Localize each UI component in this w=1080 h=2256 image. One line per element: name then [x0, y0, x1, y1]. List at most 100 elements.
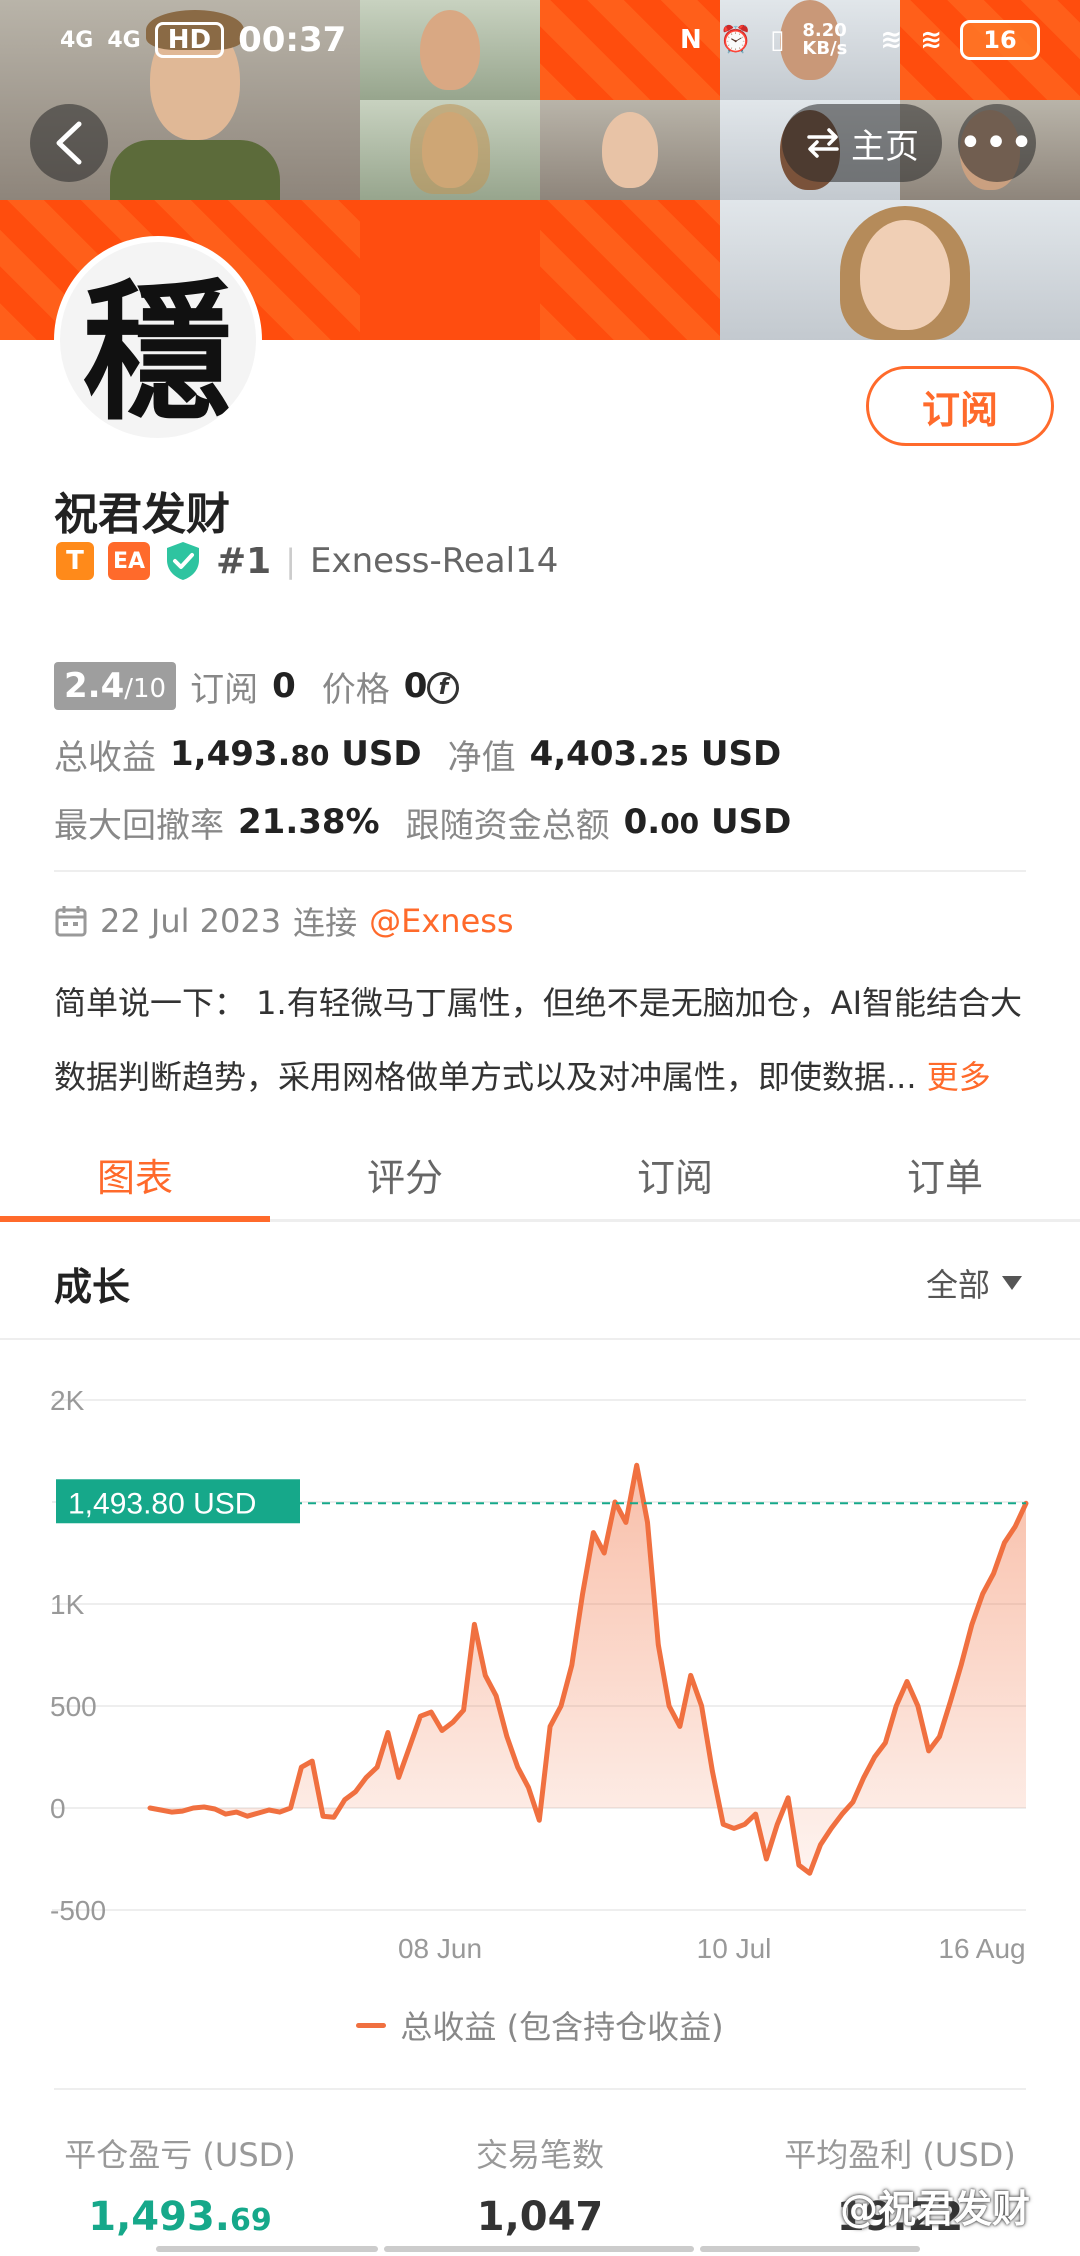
filter-label: 全部	[926, 1266, 991, 1304]
hd-icon: HD	[154, 22, 225, 58]
x-tick-label: 16 Aug	[938, 1933, 1025, 1964]
home-label: 主页	[851, 126, 919, 167]
chart-title: 成长	[54, 1265, 131, 1309]
stat-label: 平均盈利 (USD)	[784, 2136, 1016, 2174]
tag-t-badge: T	[56, 542, 94, 580]
connect-label: 连接	[293, 904, 358, 942]
follow-unit: USD	[711, 802, 792, 842]
equity-dec: 25	[650, 739, 690, 772]
watermark: @祝君发财	[840, 2187, 1031, 2231]
equity-label: 净值	[447, 737, 516, 778]
description: 简单说一下： 1.有轻微马丁属性，但绝不是无脑加仓，AI智能结合大 数据判断趋势…	[54, 966, 1044, 1114]
net-speed: 8.20 KB/s	[802, 20, 848, 59]
stat-value: 1,493.69	[0, 2194, 360, 2240]
tab-rating[interactable]: 评分	[270, 1130, 540, 1219]
description-line: 简单说一下： 1.有轻微马丁属性，但绝不是无脑加仓，AI智能结合大	[54, 984, 1023, 1022]
account-name: Exness-Real14	[310, 541, 559, 581]
equity-unit: USD	[700, 734, 782, 774]
calendar-icon	[55, 906, 87, 937]
description-line: 数据判断趋势，采用网格做单方式以及对冲属性，即使数据...	[54, 1058, 917, 1096]
coin-icon: f	[427, 671, 460, 704]
signal-icon: 4G	[107, 27, 141, 53]
nfc-icon: N	[679, 25, 702, 55]
swap-icon	[807, 128, 839, 158]
total-profit-label: 总收益	[54, 737, 156, 778]
range-filter-dropdown[interactable]: 全部	[926, 1260, 1023, 1306]
price-label: 价格	[321, 669, 390, 710]
price-number: 0	[403, 666, 428, 706]
x-tick-label: 10 Jul	[697, 1933, 772, 1964]
chevron-left-icon	[56, 121, 82, 165]
y-tick-label: 1K	[50, 1589, 85, 1620]
follow-funds-label: 跟随资金总额	[405, 805, 610, 846]
wifi-icon: ≋	[880, 25, 903, 55]
trader-tags: T EA #1 | Exness-Real14	[56, 540, 558, 582]
more-link[interactable]: 更多	[927, 1058, 991, 1096]
verified-shield-icon	[167, 542, 199, 580]
total-profit-value: 1,493.80 USD	[170, 734, 422, 774]
alarm-icon: ⏰	[719, 25, 753, 55]
avatar[interactable]: 穩	[54, 236, 262, 444]
follow-int: 0.	[623, 802, 661, 842]
score-value: 2.4	[64, 666, 125, 706]
total-profit-dec: 80	[290, 739, 330, 772]
stat-closed-pnl: 平仓盈亏 (USD) 1,493.69	[0, 2130, 360, 2240]
banner-tile	[360, 200, 540, 340]
equity-value: 4,403.25 USD	[530, 734, 782, 774]
banner-photo	[360, 100, 540, 200]
follow-funds-value: 0.00 USD	[624, 802, 792, 842]
x-tick-label: 08 Jun	[398, 1933, 482, 1964]
current-value-label: 1,493.80 USD	[68, 1487, 256, 1520]
stat-trade-count: 交易笔数 1,047	[360, 2130, 720, 2240]
chart-legend: 总收益 (包含持仓收益)	[0, 2002, 1080, 2048]
stat-value-dec: 69	[229, 2203, 272, 2238]
banner-photo	[720, 200, 1080, 340]
legend-swatch	[356, 2022, 387, 2028]
stats-panel: 2.4/10 订阅 0 价格 0f 总收益 1,493.80 USD 净值 4,…	[54, 652, 1034, 856]
broker-link[interactable]: @Exness	[369, 902, 513, 940]
follow-dec: 00	[660, 807, 700, 840]
caret-down-icon	[1002, 1276, 1023, 1290]
signal-icon: 4G	[60, 27, 94, 53]
tab-bar: 图表 评分 订阅 订单	[0, 1130, 1080, 1222]
drawdown-label: 最大回撤率	[54, 805, 224, 846]
banner-photo	[540, 100, 720, 200]
y-tick-label: -500	[50, 1895, 106, 1926]
wifi-icon: ≋	[920, 25, 942, 55]
subscribe-count-label: 订阅	[190, 669, 259, 710]
scroll-indicator	[700, 2246, 920, 2252]
stat-label: 平仓盈亏 (USD)	[64, 2136, 296, 2174]
score-max: /10	[124, 674, 167, 704]
subscribe-button[interactable]: 订阅	[866, 366, 1054, 446]
home-button[interactable]: 主页	[782, 104, 942, 182]
tag-ea-badge: EA	[108, 542, 150, 580]
divider	[54, 870, 1026, 872]
drawdown-value: 21.38%	[238, 802, 380, 842]
y-tick-label: 2K	[50, 1385, 85, 1416]
banner-tile	[540, 200, 720, 340]
tag-separator: |	[285, 542, 296, 580]
scroll-indicator	[384, 2246, 694, 2252]
avatar-glyph: 穩	[82, 264, 233, 441]
total-profit-unit: USD	[341, 734, 422, 774]
back-button[interactable]	[30, 104, 108, 182]
vibrate-icon: ▯	[770, 25, 785, 55]
connect-date: 22 Jul 2023	[100, 902, 282, 940]
more-button[interactable]: •••	[958, 104, 1036, 182]
stat-value: 1,047	[476, 2194, 604, 2240]
growth-chart[interactable]: 2K 1K 500 0 -500 1,493.80 USD 08 Jun 10 Jul 16 A…	[0, 1340, 1080, 1980]
score-badge: 2.4/10	[54, 662, 177, 710]
connect-info: 22 Jul 2023 连接 @Exness	[54, 898, 514, 944]
battery-icon: 16	[960, 20, 1040, 60]
y-tick-label: 500	[50, 1691, 97, 1722]
legend-label: 总收益 (包含持仓收益)	[400, 2008, 724, 2046]
rank-label: #1	[216, 540, 272, 582]
tab-subscribe[interactable]: 订阅	[540, 1130, 810, 1219]
total-profit-int: 1,493.	[170, 734, 291, 774]
more-dots-icon: •••	[958, 120, 1036, 166]
tab-orders[interactable]: 订单	[810, 1130, 1080, 1219]
tab-chart[interactable]: 图表	[0, 1130, 270, 1222]
stat-value-int: 1,493.	[88, 2194, 230, 2240]
divider	[54, 2088, 1026, 2090]
status-time: 00:37	[238, 20, 347, 60]
